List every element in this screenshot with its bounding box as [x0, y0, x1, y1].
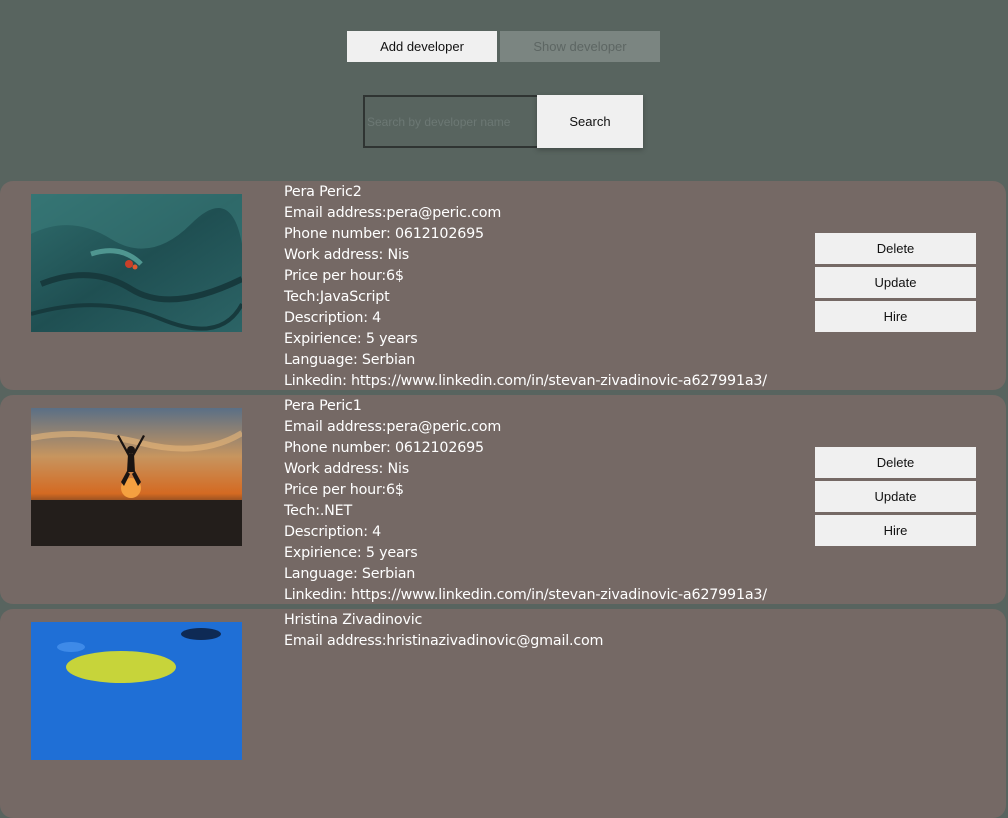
card-actions: Delete Update Hire — [815, 447, 976, 549]
developer-experience: Expirience: 5 years — [284, 331, 418, 347]
card-actions: Delete Update Hire — [815, 233, 976, 335]
developer-phone: Phone number: 0612102695 — [284, 440, 484, 456]
developer-language: Language: Serbian — [284, 352, 416, 368]
developer-language: Language: Serbian — [284, 566, 416, 582]
developer-email: Email address:pera@peric.com — [284, 419, 502, 435]
developer-experience: Expirience: 5 years — [284, 545, 418, 561]
update-button[interactable]: Update — [815, 267, 976, 298]
developer-phone: Phone number: 0612102695 — [284, 226, 484, 242]
developer-card: Pera Peric2 Email address:pera@peric.com… — [0, 181, 1006, 390]
top-nav: Add developer Show developer — [347, 31, 660, 62]
hire-button[interactable]: Hire — [815, 515, 976, 546]
developer-card: Pera Peric1 Email address:pera@peric.com… — [0, 395, 1006, 604]
developer-description: Description: 4 — [284, 524, 382, 540]
developer-name: Pera Peric1 — [284, 398, 362, 414]
developer-price: Price per hour:6$ — [284, 482, 404, 498]
search-input[interactable] — [363, 95, 537, 148]
hire-button[interactable]: Hire — [815, 301, 976, 332]
show-developer-button[interactable]: Show developer — [500, 31, 660, 62]
delete-button[interactable]: Delete — [815, 233, 976, 264]
developer-photo — [31, 408, 242, 546]
developer-linkedin[interactable]: Linkedin: https://www.linkedin.com/in/st… — [284, 585, 767, 604]
search-button[interactable]: Search — [537, 95, 643, 148]
delete-button[interactable]: Delete — [815, 447, 976, 478]
developer-email: Email address:hristinazivadinovic@gmail.… — [284, 633, 604, 649]
developer-photo — [31, 194, 242, 332]
developer-info: Pera Peric1 Email address:pera@peric.com… — [284, 396, 767, 604]
developer-name: Pera Peric2 — [284, 184, 362, 200]
developer-photo — [31, 622, 242, 760]
developer-card: Hristina Zivadinovic Email address:hrist… — [0, 609, 1006, 818]
search-bar: Search — [363, 95, 643, 148]
developer-tech: Tech:.NET — [284, 503, 353, 519]
developer-price: Price per hour:6$ — [284, 268, 404, 284]
developer-name: Hristina Zivadinovic — [284, 612, 423, 628]
developer-info: Pera Peric2 Email address:pera@peric.com… — [284, 182, 767, 390]
update-button[interactable]: Update — [815, 481, 976, 512]
developer-tech: Tech:JavaScript — [284, 289, 390, 305]
developer-work-address: Work address: Nis — [284, 461, 409, 477]
add-developer-button[interactable]: Add developer — [347, 31, 497, 62]
developer-linkedin[interactable]: Linkedin: https://www.linkedin.com/in/st… — [284, 371, 767, 390]
developer-work-address: Work address: Nis — [284, 247, 409, 263]
developer-email: Email address:pera@peric.com — [284, 205, 502, 221]
developer-info: Hristina Zivadinovic Email address:hrist… — [284, 610, 603, 652]
developer-description: Description: 4 — [284, 310, 382, 326]
